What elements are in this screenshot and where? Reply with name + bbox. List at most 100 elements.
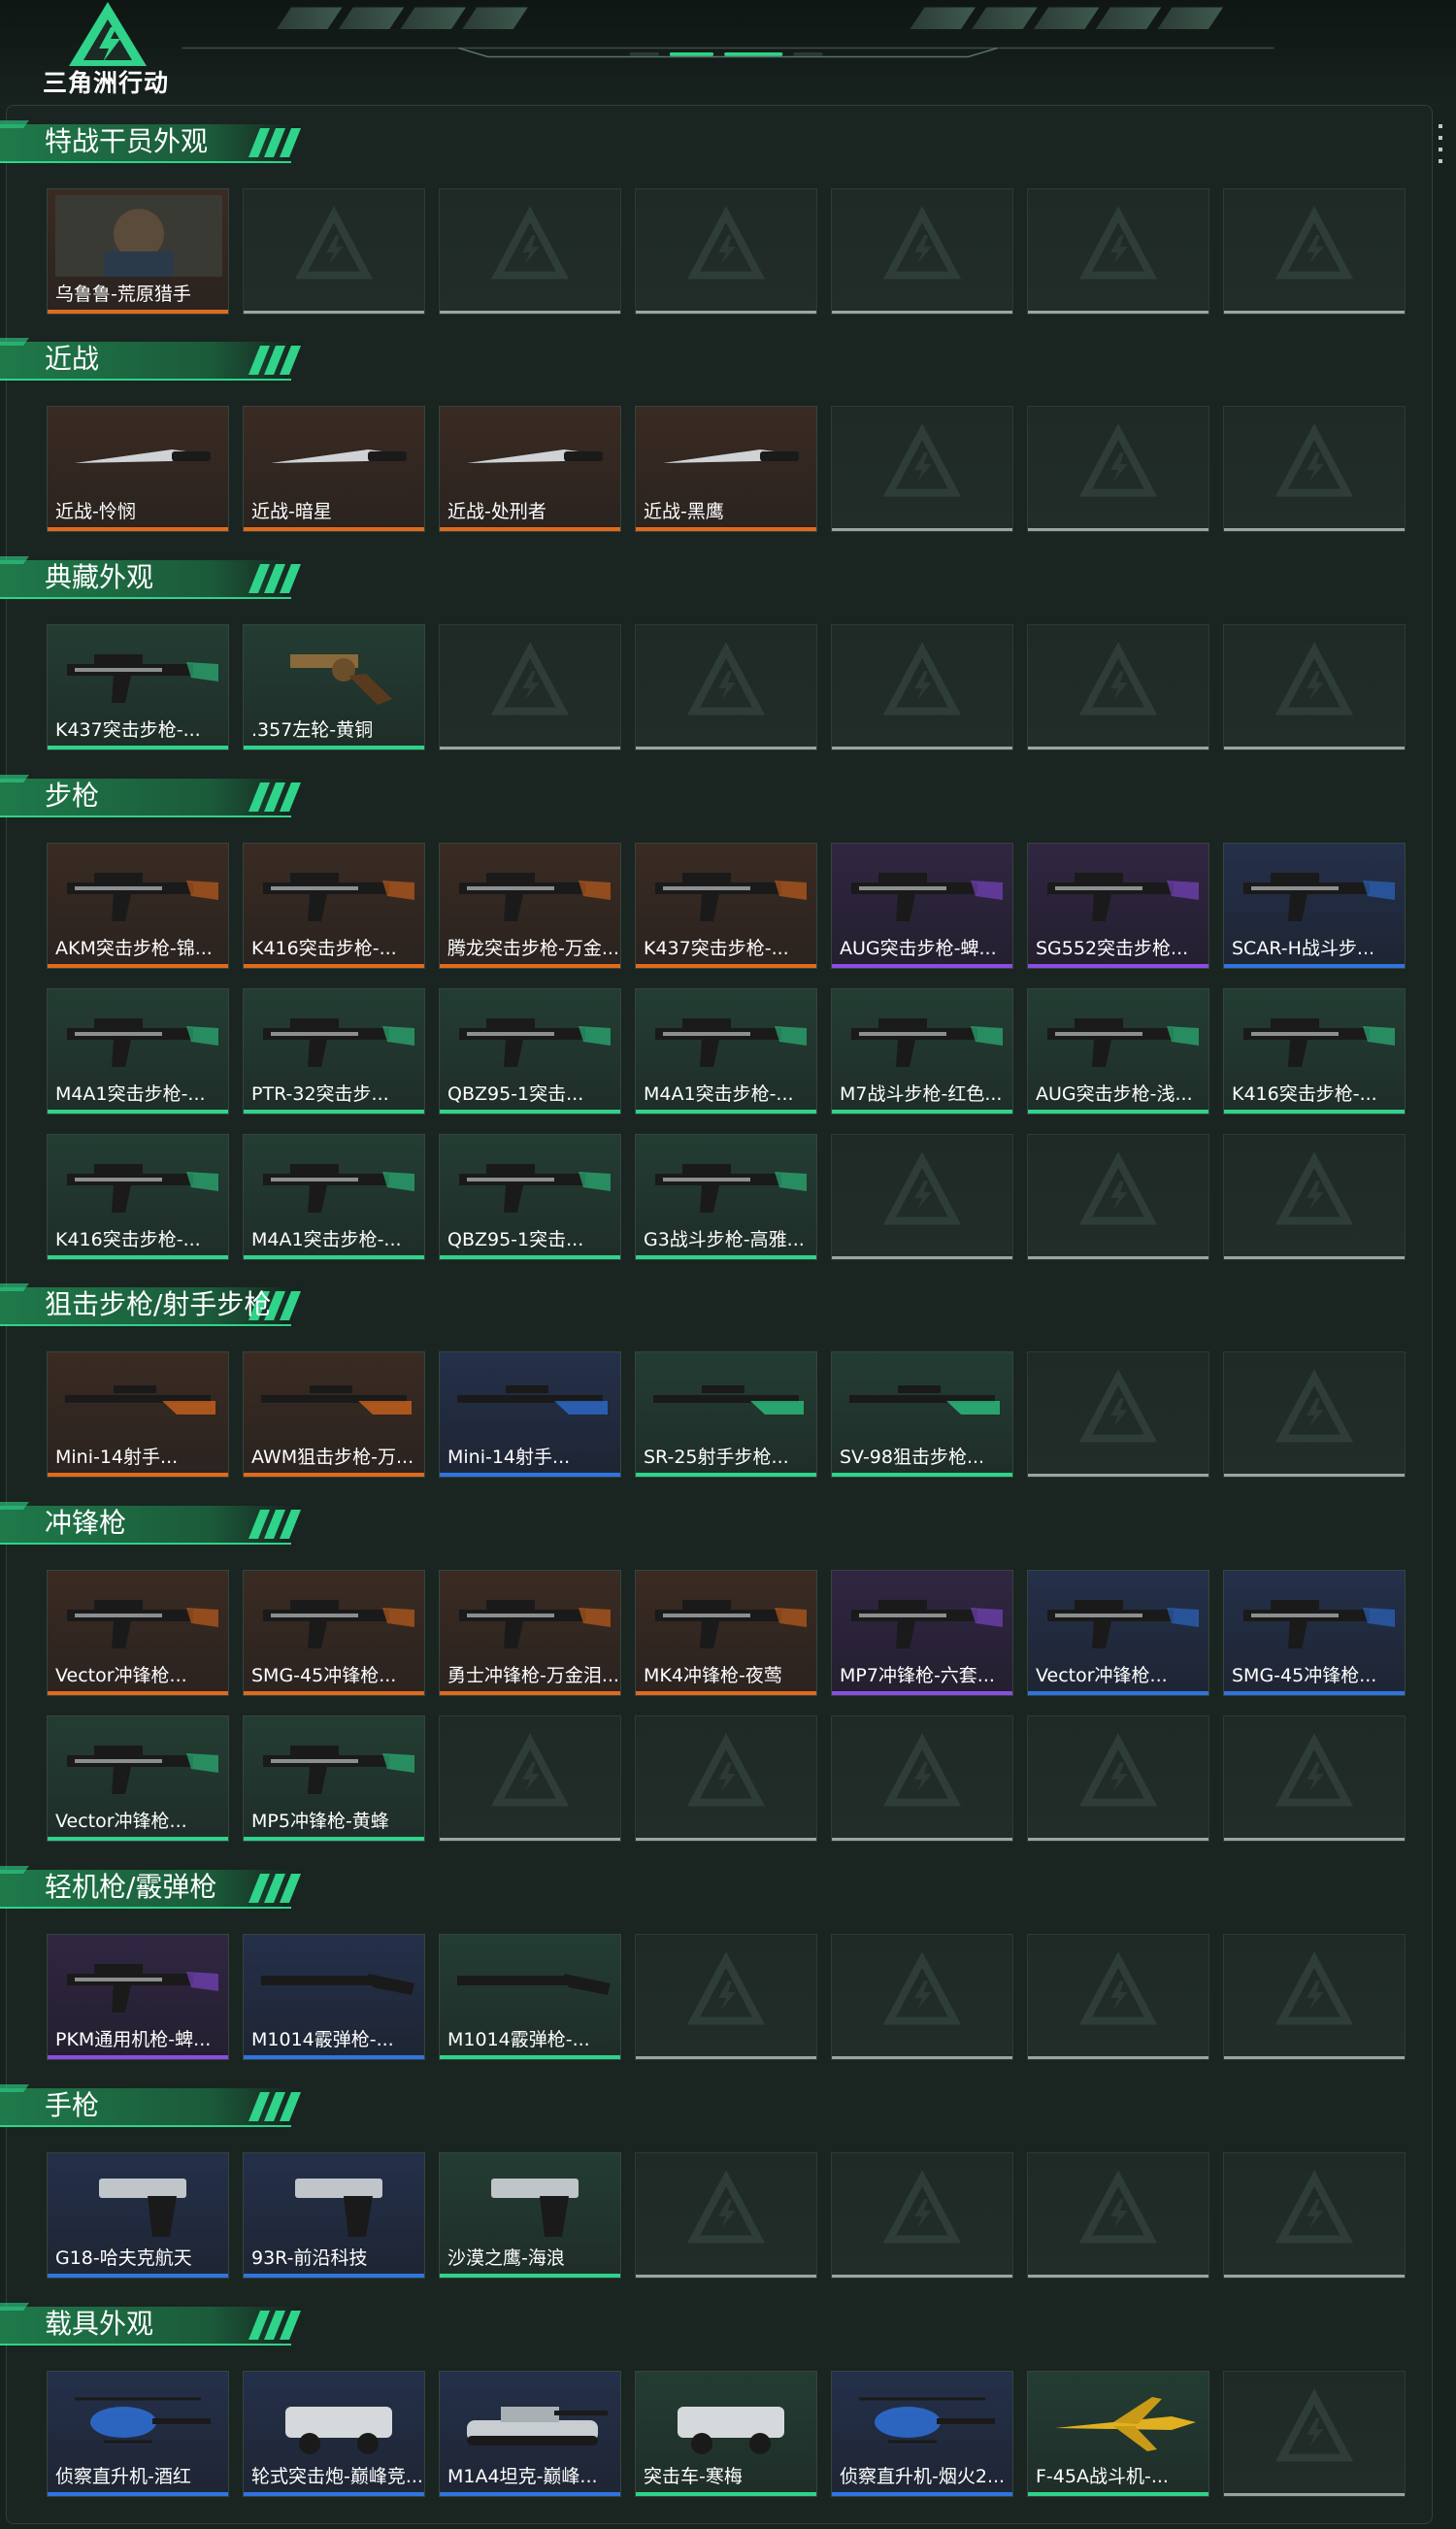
item-card[interactable]: M4A1突击步枪-... (47, 988, 229, 1115)
quality-bar (244, 1255, 424, 1259)
item-card[interactable]: 近战-暗星 (243, 406, 425, 532)
empty-slot (439, 188, 621, 315)
item-card[interactable]: MP5冲锋枪-黄蜂 (243, 1715, 425, 1842)
item-card[interactable]: K437突击步枪-... (635, 843, 817, 969)
item-card[interactable]: Vector冲锋枪... (47, 1570, 229, 1696)
item-card[interactable]: M4A1突击步枪-... (243, 1134, 425, 1260)
machinegun-icon (55, 1941, 222, 2022)
item-name: K437突击步枪-... (644, 938, 789, 959)
item-card[interactable]: 腾龙突击步枪-万金... (439, 843, 621, 969)
rifle-icon (840, 995, 1007, 1077)
rifle-icon (447, 1141, 614, 1222)
empty-slot (1223, 406, 1406, 532)
empty-slot (831, 1715, 1013, 1842)
item-card[interactable]: 近战-怜悯 (47, 406, 229, 532)
item-card[interactable]: 近战-处刑者 (439, 406, 621, 532)
item-card[interactable]: 侦察直升机-烟火2... (831, 2371, 1013, 2497)
item-card[interactable]: Mini-14射手... (439, 1351, 621, 1478)
knife-icon (447, 413, 614, 494)
item-card[interactable]: G18-哈夫克航天 (47, 2152, 229, 2279)
item-card[interactable]: M7战斗步枪-红色... (831, 988, 1013, 1115)
item-card[interactable]: AUG突击步枪-浅... (1027, 988, 1209, 1115)
scrollbar-indicator[interactable] (1439, 124, 1444, 171)
item-card[interactable]: SV-98狙击步枪... (831, 1351, 1013, 1478)
item-name: M1014霰弹枪-... (447, 2029, 590, 2050)
item-card[interactable]: 勇士冲锋枪-万金泪... (439, 1570, 621, 1696)
item-card[interactable]: AUG突击步枪-蜱... (831, 843, 1013, 969)
item-card[interactable]: G3战斗步枪-高雅... (635, 1134, 817, 1260)
empty-slot (439, 1715, 621, 1842)
item-name: K416突击步枪-... (55, 1229, 201, 1250)
item-card[interactable]: K416突击步枪-... (1223, 988, 1406, 1115)
item-card[interactable]: Vector冲锋枪... (47, 1715, 229, 1842)
item-card[interactable]: 近战-黑鹰 (635, 406, 817, 532)
item-card[interactable]: PKM通用机枪-蜱... (47, 1934, 229, 2060)
quality-bar (1028, 1691, 1208, 1695)
item-name: K437突击步枪-... (55, 719, 201, 741)
item-card[interactable]: Vector冲锋枪... (1027, 1570, 1209, 1696)
item-card[interactable]: F-45A战斗机-... (1027, 2371, 1209, 2497)
item-card[interactable]: SMG-45冲锋枪... (243, 1570, 425, 1696)
item-card[interactable]: 沙漠之鹰-海浪 (439, 2152, 621, 2279)
item-card[interactable]: M1A4坦克-巅峰... (439, 2371, 621, 2497)
item-card[interactable]: K437突击步枪-... (47, 624, 229, 750)
item-card[interactable]: SG552突击步枪... (1027, 843, 1209, 969)
item-card[interactable]: SMG-45冲锋枪... (1223, 1570, 1406, 1696)
empty-slot-logo-icon (1078, 642, 1158, 715)
item-card[interactable]: M1014霰弹枪-... (439, 1934, 621, 2060)
item-card[interactable]: K416突击步枪-... (47, 1134, 229, 1260)
empty-slot (1027, 1351, 1209, 1478)
empty-slot (1223, 624, 1406, 750)
item-name: SCAR-H战斗步... (1232, 938, 1375, 959)
item-name: SMG-45冲锋枪... (1232, 1665, 1377, 1686)
item-card[interactable]: M4A1突击步枪-... (635, 988, 817, 1115)
quality-bar (832, 964, 1012, 968)
empty-slot-bar (832, 311, 1012, 314)
sniper-icon (55, 1358, 222, 1440)
logo-text: 三角洲行动 (43, 69, 170, 97)
item-card[interactable]: 93R-前沿科技 (243, 2152, 425, 2279)
item-card[interactable]: QBZ95-1突击... (439, 1134, 621, 1260)
item-card[interactable]: PTR-32突击步... (243, 988, 425, 1115)
empty-slot (1223, 1715, 1406, 1842)
rifle-icon (644, 995, 811, 1077)
empty-slot-logo-icon (294, 206, 374, 280)
helicopter-icon (840, 2378, 1007, 2459)
item-card[interactable]: MP7冲锋枪-六套... (831, 1570, 1013, 1696)
item-name: M1A4坦克-巅峰... (447, 2466, 598, 2487)
empty-slot (635, 2152, 817, 2279)
quality-bar (48, 2055, 228, 2059)
empty-slot (1027, 1934, 1209, 2060)
quality-bar (440, 2055, 620, 2059)
quality-bar (440, 1110, 620, 1114)
empty-slot-logo-icon (1078, 206, 1158, 280)
item-name: 近战-处刑者 (447, 501, 546, 522)
empty-slot-logo-icon (1274, 423, 1354, 497)
shotgun-icon (447, 1941, 614, 2022)
item-card[interactable]: Mini-14射手... (47, 1351, 229, 1478)
item-card[interactable]: MK4冲锋枪-夜莺 (635, 1570, 817, 1696)
empty-slot-bar (636, 2275, 816, 2278)
item-card[interactable]: 乌鲁鲁-荒原猎手 (47, 188, 229, 315)
item-card[interactable]: 突击车-寒梅 (635, 2371, 817, 2497)
item-card[interactable]: AWM狙击步枪-万... (243, 1351, 425, 1478)
section-header: 载具外观 (0, 2301, 320, 2347)
item-name: Vector冲锋枪... (55, 1811, 187, 1832)
item-card[interactable]: K416突击步枪-... (243, 843, 425, 969)
item-card[interactable]: 轮式突击炮-巅峰竞... (243, 2371, 425, 2497)
item-name: MP7冲锋枪-六套... (840, 1665, 995, 1686)
knife-icon (644, 413, 811, 494)
quality-bar (1224, 1110, 1405, 1114)
empty-slot (831, 2152, 1013, 2279)
item-card[interactable]: QBZ95-1突击... (439, 988, 621, 1115)
item-card[interactable]: .357左轮-黄铜 (243, 624, 425, 750)
empty-slot-bar (440, 311, 620, 314)
item-card[interactable]: SR-25射手步枪... (635, 1351, 817, 1478)
item-card[interactable]: AKM突击步枪-锦... (47, 843, 229, 969)
empty-slot (1223, 2371, 1406, 2497)
rifle-icon (644, 849, 811, 931)
item-card[interactable]: SCAR-H战斗步... (1223, 843, 1406, 969)
item-card[interactable]: 侦察直升机-酒红 (47, 2371, 229, 2497)
item-card[interactable]: M1014霰弹枪-... (243, 1934, 425, 2060)
empty-slot (439, 624, 621, 750)
